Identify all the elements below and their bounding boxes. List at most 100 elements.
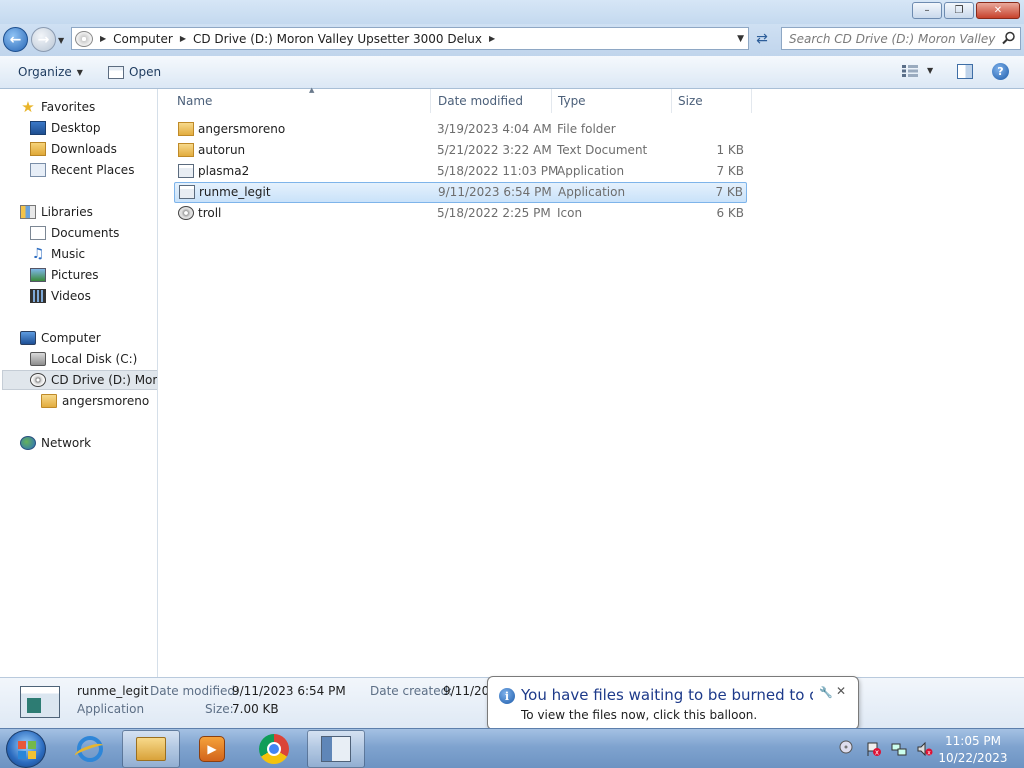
chevron-right-icon[interactable]: ▶ (180, 34, 186, 43)
nav-downloads[interactable]: Downloads (30, 139, 117, 159)
taskbar-media-player[interactable]: ▶ (183, 730, 241, 768)
nav-desktop[interactable]: Desktop (30, 118, 101, 138)
balloon-message: To view the files now, click this balloo… (521, 708, 758, 722)
recent-places-icon (30, 163, 46, 177)
nav-recent-places[interactable]: Recent Places (30, 160, 134, 180)
file-date: 3/19/2023 4:04 AM (437, 122, 552, 136)
file-row-troll[interactable]: troll 5/18/2022 2:25 PM Icon 6 KB (174, 204, 747, 223)
preview-pane-icon[interactable] (957, 64, 973, 79)
nav-label: Downloads (51, 142, 117, 156)
nav-label: Recent Places (51, 163, 135, 177)
breadcrumb-cd-drive[interactable]: CD Drive (D:) Moron Valley Upsetter 3000… (193, 32, 482, 46)
nav-network[interactable]: Network (20, 433, 91, 453)
chevron-right-icon[interactable]: ▶ (489, 34, 495, 43)
search-box[interactable] (781, 27, 1021, 50)
taskbar-app-window[interactable] (307, 730, 365, 768)
column-header-size[interactable]: Size (672, 89, 752, 113)
help-icon[interactable]: ? (992, 63, 1009, 80)
hard-disk-icon (30, 352, 46, 366)
computer-icon (20, 331, 36, 345)
burn-notification-balloon[interactable]: i You have files waiting to be burned to… (487, 676, 859, 730)
file-type: File folder (557, 122, 616, 136)
nav-computer[interactable]: Computer (20, 328, 101, 348)
refresh-button[interactable]: ⇄ (751, 29, 773, 49)
nav-videos[interactable]: Videos (30, 286, 91, 306)
file-row-runme-legit[interactable]: runme_legit 9/11/2023 6:54 PM Applicatio… (174, 182, 747, 203)
details-date-modified: 9/11/2023 6:54 PM (232, 684, 346, 698)
details-size-label: Size: (205, 702, 234, 716)
film-strip-icon (30, 289, 46, 303)
column-header-name[interactable]: Name ▲ (171, 86, 431, 113)
file-row-plasma2[interactable]: plasma2 5/18/2022 11:03 PM Application 7… (174, 162, 747, 181)
search-input[interactable] (789, 31, 997, 46)
file-date: 5/18/2022 11:03 PM (437, 164, 559, 178)
organize-button[interactable]: Organize ▼ (18, 65, 83, 79)
column-header-type[interactable]: Type (552, 89, 672, 113)
chrome-icon (259, 734, 289, 764)
open-button[interactable]: Open (108, 65, 161, 79)
taskbar-internet-explorer[interactable] (61, 730, 119, 768)
views-icon[interactable] (902, 65, 918, 77)
file-row-angersmoreno[interactable]: angersmoreno 3/19/2023 4:04 AM File fold… (174, 120, 747, 139)
start-button[interactable] (6, 730, 46, 768)
network-status-icon[interactable] (891, 741, 907, 757)
address-row: ← → ▼ ▶ Computer ▶ CD Drive (D:) Moron V… (0, 24, 1024, 56)
taskbar-windows-explorer[interactable] (122, 730, 180, 768)
file-date: 5/21/2022 3:22 AM (437, 143, 552, 157)
cd-drive-icon (75, 30, 93, 47)
cd-burn-tray-icon[interactable] (838, 738, 854, 754)
file-type: Application (557, 164, 625, 178)
column-header-date-modified[interactable]: Date modified (432, 89, 552, 113)
breadcrumb-computer[interactable]: Computer (113, 32, 173, 46)
nav-cd-drive[interactable]: CD Drive (D:) Moron (2, 370, 157, 390)
details-file-name: runme_legit (77, 684, 149, 698)
action-center-flag-icon[interactable]: x (866, 741, 882, 757)
clock-date: 10/22/2023 (938, 751, 1008, 765)
file-list: Name ▲ Date modified Type Size angersmor… (159, 86, 1024, 677)
clock-time: 11:05 PM (945, 734, 1001, 748)
cd-drive-icon (30, 373, 46, 387)
details-file-type: Application (77, 702, 145, 716)
file-size: 7 KB (716, 164, 744, 178)
nav-documents[interactable]: Documents (30, 223, 119, 243)
nav-pictures[interactable]: Pictures (30, 265, 99, 285)
file-size: 1 KB (716, 143, 744, 157)
chevron-right-icon[interactable]: ▶ (100, 34, 106, 43)
music-note-icon: ♫ (31, 246, 45, 262)
nav-libraries[interactable]: Libraries (20, 202, 93, 222)
forward-button[interactable]: → (31, 27, 56, 52)
back-arrow-icon: ← (9, 31, 22, 48)
file-row-autorun[interactable]: autorun 5/21/2022 3:22 AM Text Document … (174, 141, 747, 160)
file-name: angersmoreno (198, 122, 286, 136)
pictures-icon (30, 268, 46, 282)
nav-favorites[interactable]: ★ Favorites (20, 97, 95, 117)
window-controls: – ❐ ✕ (912, 2, 1020, 19)
navigation-pane: ★ Favorites Desktop Downloads Recent Pla… (0, 89, 158, 677)
back-button[interactable]: ← (3, 27, 28, 52)
close-button[interactable]: ✕ (976, 2, 1020, 19)
folder-icon (178, 122, 194, 136)
application-icon (179, 185, 195, 199)
search-icon[interactable] (1002, 31, 1016, 45)
internet-explorer-icon (77, 736, 103, 762)
views-dropdown-icon[interactable]: ▼ (927, 66, 933, 75)
balloon-close-button[interactable]: ✕ (836, 684, 846, 698)
nav-local-disk[interactable]: Local Disk (C:) (30, 349, 137, 369)
wrench-icon[interactable]: 🔧 (819, 686, 833, 699)
minimize-button[interactable]: – (912, 2, 942, 19)
maximize-button[interactable]: ❐ (944, 2, 974, 19)
file-name: runme_legit (199, 185, 271, 199)
nav-music[interactable]: ♫ Music (30, 244, 85, 264)
nav-angersmoreno[interactable]: angersmoreno (41, 391, 149, 411)
address-dropdown-icon[interactable]: ▼ (737, 34, 744, 44)
system-clock[interactable]: 11:05 PM 10/22/2023 (935, 733, 1011, 767)
recent-pages-dropdown[interactable]: ▼ (58, 36, 64, 45)
media-player-icon: ▶ (199, 736, 225, 762)
taskbar-chrome[interactable] (245, 730, 303, 768)
address-bar[interactable]: ▶ Computer ▶ CD Drive (D:) Moron Valley … (71, 27, 749, 50)
svg-text:x: x (927, 750, 931, 757)
folder-icon (41, 394, 57, 408)
svg-text:x: x (875, 749, 879, 757)
volume-muted-icon[interactable]: x (917, 741, 933, 757)
icon-file-icon (178, 206, 194, 220)
